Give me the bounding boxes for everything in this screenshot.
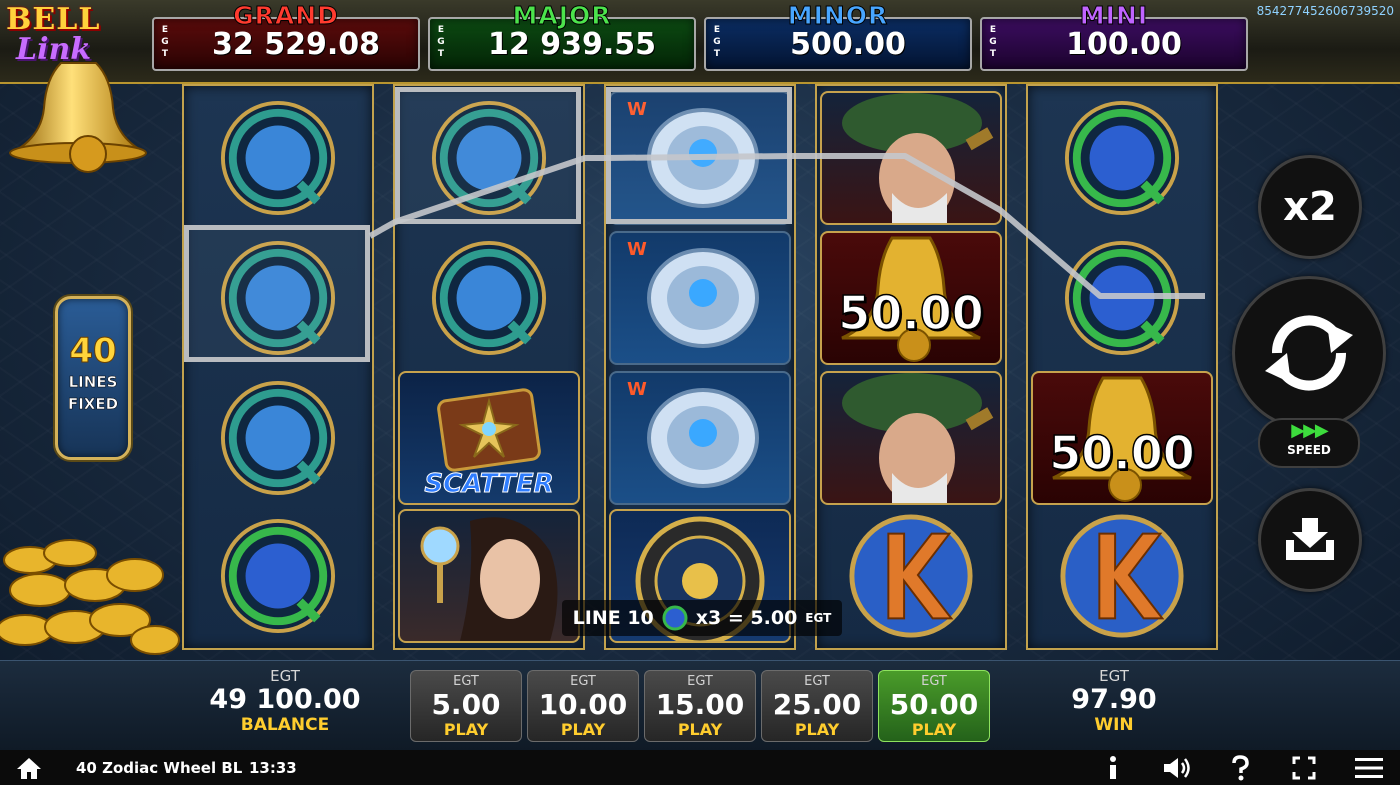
win-value: 97.90 <box>1071 684 1157 715</box>
bet-button-5[interactable]: EGT 5.00 PLAY <box>410 670 522 742</box>
q-symbol-mini-icon <box>662 605 688 631</box>
speed-button[interactable]: ▶▶▶ SPEED <box>1258 418 1360 468</box>
bet-button-25[interactable]: EGT 25.00 PLAY <box>761 670 873 742</box>
bet-panel: EGT 49 100.00 BALANCE EGT 5.00 PLAY EGT … <box>0 660 1400 750</box>
payline-multiplier: x3 = 5.00 <box>695 607 798 629</box>
payline-number: LINE 10 <box>572 607 654 629</box>
autoplay-button[interactable] <box>1258 488 1362 592</box>
system-bar: 40 Zodiac Wheel BL 13:33 <box>0 750 1400 785</box>
fullscreen-icon[interactable] <box>1292 750 1316 785</box>
bet-value: 15.00 <box>655 688 745 721</box>
game-stage: BELL Link GRAND E G T 32 529.08 MAJOR E … <box>0 0 1400 750</box>
balance-value: 49 100.00 <box>209 684 361 715</box>
balance-display: EGT 49 100.00 BALANCE <box>200 667 370 735</box>
bet-caption: PLAY <box>677 720 723 739</box>
balance-currency: EGT <box>270 667 300 685</box>
game-name: 40 Zodiac Wheel BL <box>76 758 243 777</box>
download-tray-icon <box>1286 518 1334 560</box>
balance-caption: BALANCE <box>240 715 330 735</box>
info-icon[interactable] <box>1106 750 1120 785</box>
bet-caption: PLAY <box>443 720 489 739</box>
payline-currency: EGT <box>805 611 832 625</box>
spin-button[interactable] <box>1232 276 1386 430</box>
bet-button-50[interactable]: EGT 50.00 PLAY <box>878 670 990 742</box>
refresh-icon <box>1265 315 1353 391</box>
sound-icon[interactable] <box>1162 750 1192 785</box>
bet-value: 25.00 <box>772 688 862 721</box>
bet-button-10[interactable]: EGT 10.00 PLAY <box>527 670 639 742</box>
bet-button-15[interactable]: EGT 15.00 PLAY <box>644 670 756 742</box>
win-caption: WIN <box>1094 715 1134 735</box>
win-currency: EGT <box>1099 667 1129 685</box>
bet-value: 50.00 <box>889 688 979 721</box>
clock-time: 13:33 <box>249 758 297 777</box>
bet-caption: PLAY <box>794 720 840 739</box>
menu-icon[interactable] <box>1355 750 1383 785</box>
bet-caption: PLAY <box>911 720 957 739</box>
bet-value: 10.00 <box>538 688 628 721</box>
help-icon[interactable] <box>1230 750 1250 785</box>
fast-forward-icon: ▶▶▶ <box>1291 420 1329 441</box>
home-icon[interactable] <box>16 750 42 785</box>
x2-multiplier-button[interactable]: x2 <box>1258 155 1362 259</box>
bet-value: 5.00 <box>431 688 501 721</box>
x2-label: x2 <box>1283 184 1337 230</box>
speed-label: SPEED <box>1287 443 1331 457</box>
payline-info: LINE 10 x3 = 5.00 EGT <box>562 600 842 636</box>
win-display: EGT 97.90 WIN <box>1044 667 1184 735</box>
payline-overlay <box>368 153 1205 299</box>
bet-caption: PLAY <box>560 720 606 739</box>
